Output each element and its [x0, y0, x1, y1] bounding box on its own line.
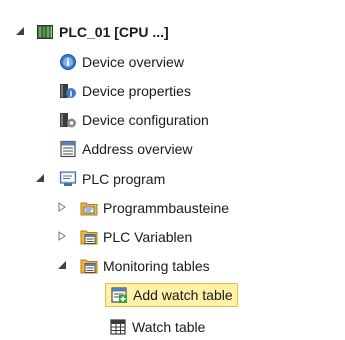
plc-program-icon	[59, 170, 77, 188]
tree-item-add-watch-table[interactable]: Add watch table	[105, 283, 238, 307]
device-properties-icon: i	[59, 82, 77, 100]
add-watch-table-icon	[110, 286, 128, 304]
plc-device-icon	[36, 23, 54, 41]
project-tree: PLC_01 [CPU ...] i Device overview i Dev…	[0, 0, 345, 340]
watch-table-icon	[109, 318, 127, 336]
svg-text:i: i	[66, 58, 69, 69]
tree-item-plc-variablen[interactable]: PLC Variablen	[80, 224, 192, 250]
collapse-root-toggle-icon[interactable]	[14, 25, 26, 37]
tree-item-programmbausteine[interactable]: Programmbausteine	[80, 195, 229, 221]
tree-root-label: PLC_01 [CPU ...]	[59, 24, 169, 40]
expand-programmbausteine-toggle-icon[interactable]	[56, 201, 68, 213]
tree-item-label: Monitoring tables	[103, 258, 210, 274]
svg-text:i: i	[70, 90, 73, 99]
plc-tags-folder-icon	[80, 228, 98, 246]
collapse-plc-program-toggle-icon[interactable]	[34, 172, 46, 184]
tree-item-address-overview[interactable]: Address overview	[59, 136, 193, 162]
tree-item-plc-program[interactable]: PLC program	[59, 166, 165, 192]
program-blocks-folder-icon	[80, 199, 98, 217]
tree-item-label: PLC program	[82, 171, 166, 187]
tree-item-label: Device properties	[82, 83, 191, 99]
collapse-monitoring-tables-toggle-icon[interactable]	[56, 259, 68, 271]
device-configuration-icon	[59, 111, 77, 129]
tree-item-device-properties[interactable]: i Device properties	[59, 78, 191, 104]
tree-item-device-overview[interactable]: i Device overview	[59, 49, 184, 75]
device-overview-icon: i	[59, 53, 77, 71]
tree-item-label: Address overview	[82, 141, 193, 157]
tree-item-device-configuration[interactable]: Device configuration	[59, 107, 209, 133]
tree-item-monitoring-tables[interactable]: Monitoring tables	[80, 253, 210, 279]
expand-plc-variablen-toggle-icon[interactable]	[56, 230, 68, 242]
tree-item-watch-table[interactable]: Watch table	[109, 314, 205, 340]
tree-item-label: Programmbausteine	[103, 200, 230, 216]
tree-root-plc[interactable]: PLC_01 [CPU ...]	[36, 19, 169, 45]
tree-item-label: Device overview	[82, 54, 184, 70]
address-overview-icon	[59, 140, 77, 158]
tree-item-label: Device configuration	[82, 112, 209, 128]
tree-item-label: PLC Variablen	[103, 229, 193, 245]
tree-item-label: Watch table	[132, 319, 206, 335]
tree-item-label: Add watch table	[133, 287, 233, 303]
monitoring-tables-folder-icon	[80, 257, 98, 275]
